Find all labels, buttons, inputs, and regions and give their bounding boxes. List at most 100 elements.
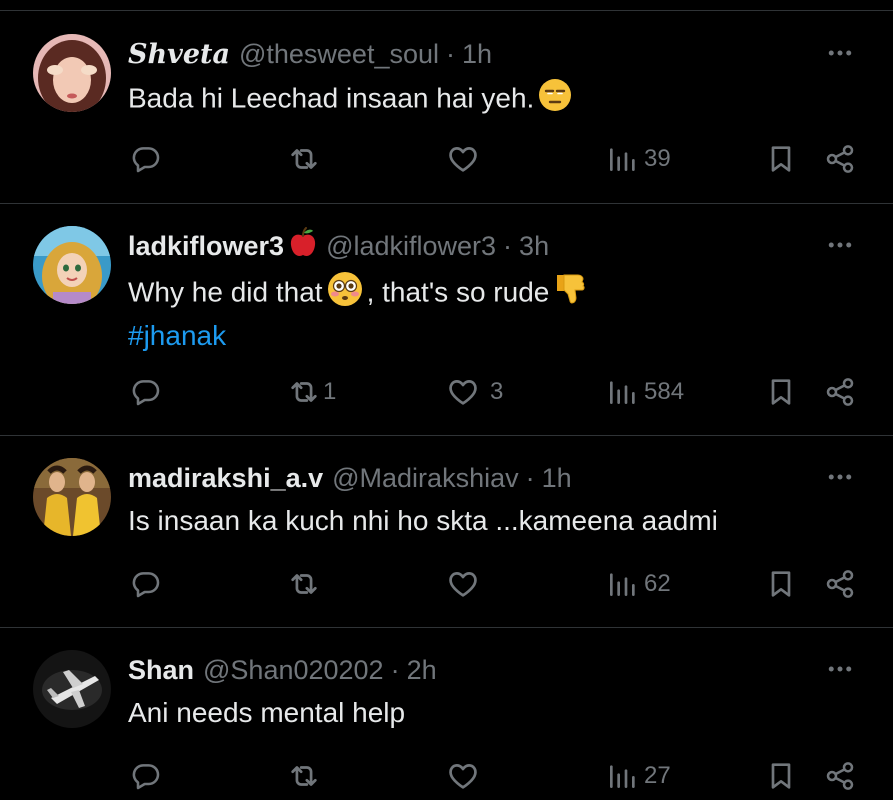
- timestamp[interactable]: 3h: [519, 231, 549, 262]
- separator-dot: ·: [446, 38, 455, 69]
- avatar[interactable]: [33, 226, 111, 304]
- divider: [0, 203, 893, 204]
- hashtag-link[interactable]: #jhanak: [128, 317, 591, 355]
- post-shveta[interactable]: Shveta @thesweet_soul · 1h Bada hi Leech…: [0, 34, 893, 204]
- post-header: ladkiflower3 @ladkiflower3 · 3h: [128, 226, 549, 266]
- views-button[interactable]: 27: [606, 756, 671, 796]
- timestamp[interactable]: 2h: [407, 655, 437, 686]
- like-button[interactable]: [446, 564, 486, 604]
- reply-button[interactable]: [130, 139, 168, 179]
- view-count: 62: [644, 570, 671, 597]
- avatar[interactable]: [33, 650, 111, 728]
- view-count: 39: [644, 145, 671, 172]
- repost-button[interactable]: [287, 564, 327, 604]
- post-actions: 62: [0, 564, 893, 604]
- share-icon: [824, 143, 856, 175]
- bookmark-icon: [765, 143, 797, 175]
- post-shan[interactable]: Shan @Shan020202 · 2h Ani needs mental h…: [0, 650, 893, 800]
- display-name[interactable]: madirakshi_a.v: [128, 463, 323, 494]
- display-name[interactable]: Shveta: [128, 39, 230, 70]
- bookmark-icon: [765, 568, 797, 600]
- heart-icon: [446, 759, 480, 793]
- separator-dot: ·: [525, 462, 535, 493]
- display-name[interactable]: ladkiflower3: [128, 231, 284, 262]
- bookmark-button[interactable]: [765, 139, 797, 179]
- post-madirakshi[interactable]: madirakshi_a.v @Madirakshiav · 1h Is ins…: [0, 458, 893, 628]
- post-text-content: Is insaan ka kuch nhi ho skta ...kameena…: [128, 505, 718, 536]
- repost-button[interactable]: [287, 139, 327, 179]
- share-button[interactable]: [824, 756, 856, 796]
- post-header: Shveta @thesweet_soul · 1h: [128, 34, 492, 74]
- view-count: 584: [644, 378, 685, 405]
- post-header: Shan @Shan020202 · 2h: [128, 650, 437, 690]
- divider: [0, 627, 893, 628]
- thumbs-down-emoji: [553, 271, 587, 317]
- share-icon: [824, 568, 856, 600]
- flushed-face-emoji: [327, 271, 363, 317]
- reply-icon: [130, 760, 162, 792]
- bookmark-button[interactable]: [765, 564, 797, 604]
- post-actions: 27: [0, 756, 893, 796]
- views-chart-icon: [606, 760, 638, 792]
- more-options-icon[interactable]: [823, 652, 857, 686]
- user-handle[interactable]: @ladkiflower3: [326, 231, 496, 262]
- reply-button[interactable]: [130, 372, 168, 412]
- unamused-face-emoji: [538, 78, 572, 122]
- reply-icon: [130, 568, 162, 600]
- views-chart-icon: [606, 376, 638, 408]
- heart-icon: [446, 567, 480, 601]
- heart-icon: [446, 142, 480, 176]
- divider: [0, 435, 893, 436]
- more-options-icon[interactable]: [823, 36, 857, 70]
- share-icon: [824, 760, 856, 792]
- post-actions: 39: [0, 139, 893, 179]
- reply-icon: [130, 376, 162, 408]
- like-button[interactable]: 3: [446, 372, 503, 412]
- post-text: Bada hi Leechad insaan hai yeh.: [128, 78, 576, 122]
- repost-icon: [287, 567, 321, 601]
- reply-button[interactable]: [130, 564, 168, 604]
- repost-button[interactable]: 1: [287, 372, 336, 412]
- post-actions: 1 3 584: [0, 372, 893, 412]
- timestamp[interactable]: 1h: [542, 463, 572, 494]
- red-apple-emoji: [288, 226, 318, 266]
- share-icon: [824, 376, 856, 408]
- share-button[interactable]: [824, 564, 856, 604]
- repost-icon: [287, 142, 321, 176]
- like-count: 3: [490, 378, 504, 405]
- repost-button[interactable]: [287, 756, 327, 796]
- bookmark-icon: [765, 376, 797, 408]
- avatar[interactable]: [33, 458, 111, 536]
- reply-icon: [130, 143, 162, 175]
- views-button[interactable]: 62: [606, 564, 671, 604]
- user-handle[interactable]: @Shan020202: [203, 655, 384, 686]
- bookmark-button[interactable]: [765, 372, 797, 412]
- timestamp[interactable]: 1h: [462, 39, 492, 70]
- heart-icon: [446, 375, 480, 409]
- like-button[interactable]: [446, 756, 486, 796]
- views-chart-icon: [606, 568, 638, 600]
- share-button[interactable]: [824, 139, 856, 179]
- views-button[interactable]: 39: [606, 139, 671, 179]
- repost-icon: [287, 759, 321, 793]
- avatar[interactable]: [33, 34, 111, 112]
- more-options-icon[interactable]: [823, 460, 857, 494]
- user-handle[interactable]: @Madirakshiav: [332, 463, 518, 494]
- post-text: Ani needs mental help: [128, 694, 405, 732]
- views-button[interactable]: 584: [606, 372, 684, 412]
- post-text-after: , that's so rude: [366, 276, 550, 308]
- repost-count: 1: [323, 378, 337, 405]
- more-options-icon[interactable]: [823, 228, 857, 262]
- display-name[interactable]: Shan: [128, 655, 194, 686]
- reply-button[interactable]: [130, 756, 168, 796]
- repost-icon: [287, 375, 321, 409]
- post-ladkiflower3[interactable]: ladkiflower3 @ladkiflower3 · 3h Why he d…: [0, 226, 893, 436]
- bookmark-button[interactable]: [765, 756, 797, 796]
- like-button[interactable]: [446, 139, 486, 179]
- post-text-content: Bada hi Leechad insaan hai yeh.: [128, 82, 535, 114]
- user-handle[interactable]: @thesweet_soul: [239, 39, 439, 70]
- post-text-content: Ani needs mental help: [128, 697, 406, 728]
- divider-top: [0, 10, 893, 11]
- share-button[interactable]: [824, 372, 856, 412]
- separator-dot: ·: [503, 230, 513, 261]
